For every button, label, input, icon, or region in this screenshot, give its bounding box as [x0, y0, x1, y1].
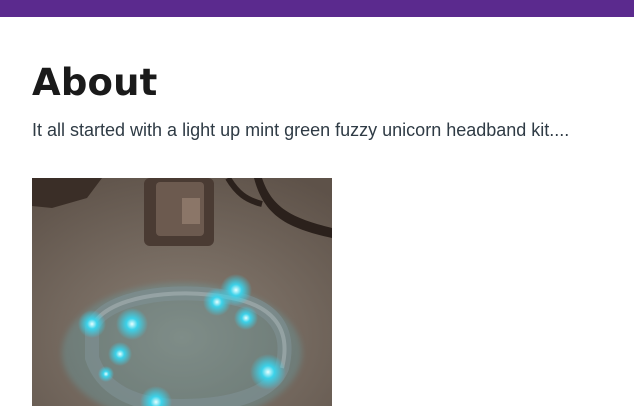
- main-content: About It all started with a light up min…: [32, 60, 622, 142]
- headband-photo: [32, 178, 332, 406]
- top-accent-bar: [0, 0, 634, 17]
- intro-text: It all started with a light up mint gree…: [32, 120, 570, 140]
- page-title: About: [32, 61, 158, 104]
- headband-photo-image: [32, 178, 332, 406]
